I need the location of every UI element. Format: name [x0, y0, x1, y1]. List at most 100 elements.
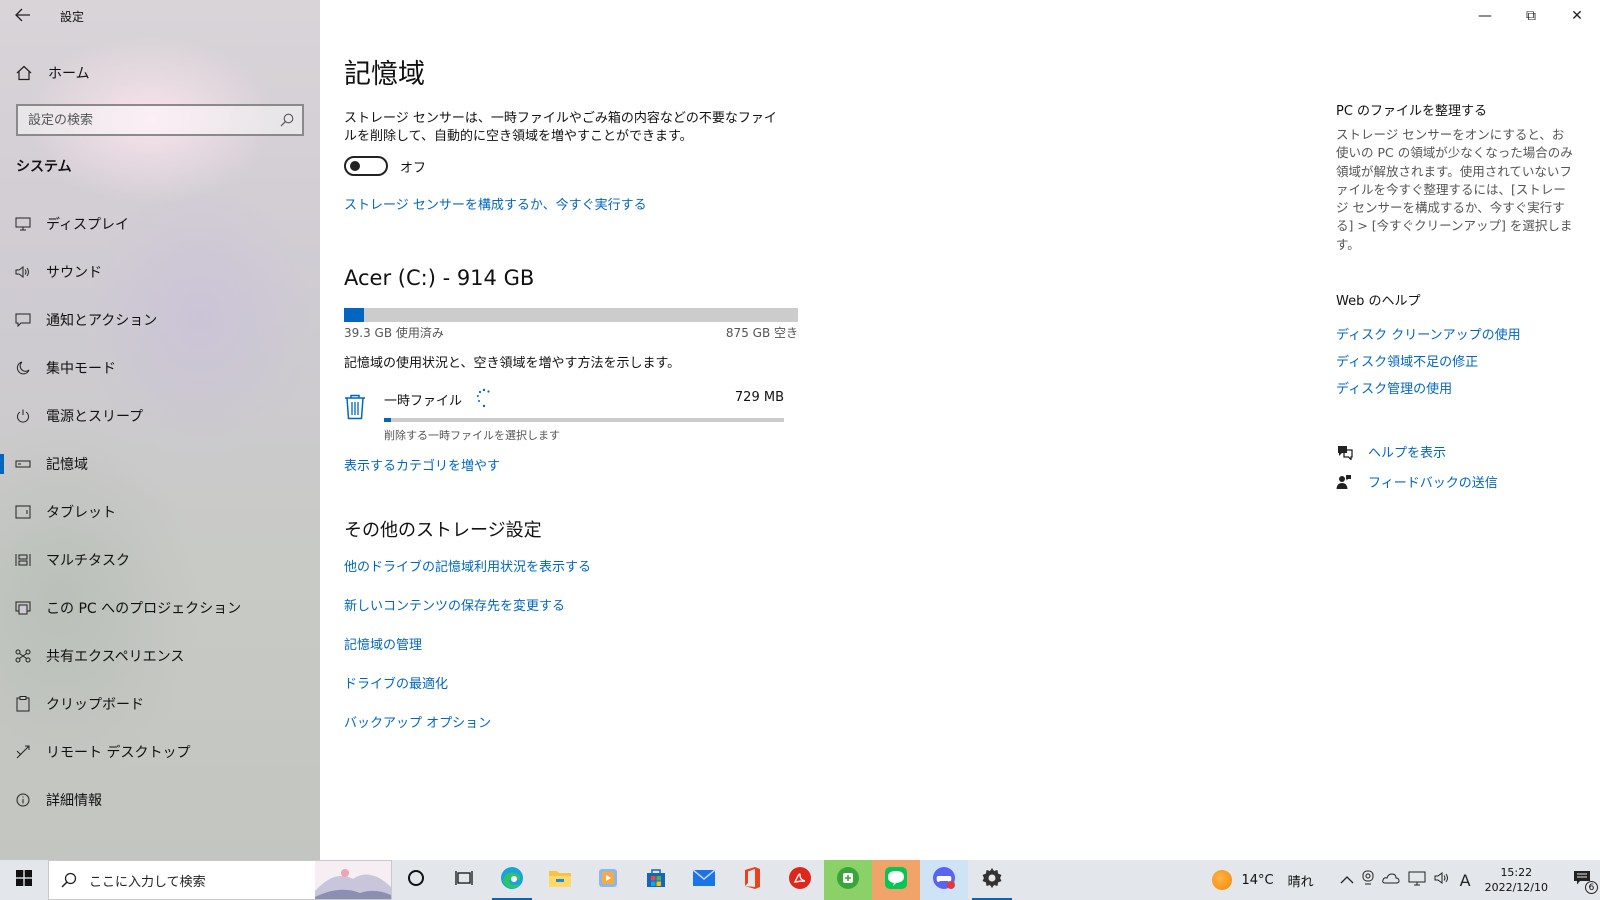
back-button[interactable]: [0, 0, 46, 32]
nav-item-remote[interactable]: リモート デスクトップ: [0, 728, 320, 776]
taskbar-app-mail[interactable]: [680, 860, 728, 900]
start-button[interactable]: [0, 860, 48, 900]
nav-item-label: サウンド: [46, 265, 102, 281]
taskbar-app-explorer[interactable]: [536, 860, 584, 900]
taskbar-app-line[interactable]: [872, 860, 920, 900]
task-view-button[interactable]: [440, 860, 488, 900]
nav-item-label: この PC へのプロジェクション: [46, 601, 242, 617]
category-name: 一時ファイル: [384, 394, 463, 409]
nav-item-power[interactable]: 電源とスリープ: [0, 392, 320, 440]
remote-icon: [0, 745, 46, 759]
shared-icon: [0, 649, 46, 663]
optimize-drives-link[interactable]: ドライブの最適化: [344, 677, 448, 692]
nav-item-label: クリップボード: [46, 697, 144, 713]
multitask-icon: [0, 553, 46, 567]
projection-icon: [0, 601, 46, 615]
tidy-text: ストレージ センサーをオンにすると、お使いの PC の領域が少なくなった場合のみ…: [1336, 127, 1573, 252]
network-icon[interactable]: [1408, 870, 1426, 890]
restore-button[interactable]: ⧉: [1508, 0, 1554, 32]
web-help-links: ディスク クリーンアップの使用 ディスク領域不足の修正 ディスク管理の使用: [1336, 324, 1521, 405]
other-storage-links: 他のドライブの記憶域利用状況を表示する 新しいコンテンツの保存先を変更する 記憶…: [344, 556, 591, 751]
game-app-icon: [932, 866, 956, 894]
nav-item-tablet[interactable]: タブレット: [0, 488, 320, 536]
chevron-up-icon[interactable]: [1340, 873, 1354, 888]
action-center-button[interactable]: 6: [1564, 860, 1600, 900]
green-app-icon: [836, 866, 860, 894]
taskbar-search-placeholder: ここに入力して検索: [89, 874, 206, 890]
settings-search-input[interactable]: [28, 112, 268, 128]
volume-icon[interactable]: [1434, 871, 1452, 889]
nav-item-projection[interactable]: この PC へのプロジェクション: [0, 584, 320, 632]
nav-item-label: 電源とスリープ: [46, 409, 144, 425]
clock-time: 15:22: [1500, 866, 1533, 879]
cortana-icon: [407, 869, 425, 891]
nav-item-sound[interactable]: サウンド: [0, 248, 320, 296]
camera-icon[interactable]: [1362, 870, 1374, 890]
get-help-link[interactable]: ヘルプを表示: [1368, 442, 1446, 461]
trash-icon: [344, 394, 366, 424]
moon-icon: [0, 361, 46, 375]
taskbar-app-game[interactable]: [920, 860, 968, 900]
manage-storage-spaces-link[interactable]: 記憶域の管理: [344, 638, 422, 653]
storage-sense-toggle[interactable]: [344, 156, 388, 176]
backup-options-link[interactable]: バックアップ オプション: [344, 716, 491, 731]
page-title: 記憶域: [344, 59, 425, 90]
nav-item-storage[interactable]: 記憶域: [0, 440, 320, 488]
nav-item-multitask[interactable]: マルチタスク: [0, 536, 320, 584]
change-save-location-link[interactable]: 新しいコンテンツの保存先を変更する: [344, 599, 565, 614]
taskbar-app-edge[interactable]: [488, 860, 536, 900]
nav-item-display[interactable]: ディスプレイ: [0, 200, 320, 248]
category-subtitle: 削除する一時ファイルを選択します: [384, 429, 560, 442]
nav-item-clipboard[interactable]: クリップボード: [0, 680, 320, 728]
feedback-row[interactable]: フィードバックの送信: [1336, 472, 1498, 491]
send-feedback-link[interactable]: フィードバックの送信: [1368, 472, 1498, 491]
disk-cleanup-link[interactable]: ディスク クリーンアップの使用: [1336, 328, 1521, 343]
nav-home[interactable]: ホーム: [0, 56, 320, 90]
nav-item-label: タブレット: [46, 505, 116, 521]
configure-storage-sense-link[interactable]: ストレージ センサーを構成するか、今すぐ実行する: [344, 194, 647, 213]
clipboard-icon: [0, 696, 46, 712]
nav-item-focus[interactable]: 集中モード: [0, 344, 320, 392]
search-icon[interactable]: [280, 113, 294, 127]
display-icon: [0, 217, 46, 231]
minimize-button[interactable]: —: [1462, 0, 1508, 32]
notification-count: 6: [1585, 881, 1598, 894]
tray-icons: A: [1336, 870, 1475, 890]
nav-item-notifications[interactable]: 通知とアクション: [0, 296, 320, 344]
settings-sidebar: 設定 ホーム システム ディスプレイ サウンド 通知とアクション 集中モード: [0, 0, 320, 860]
onedrive-cloud-icon[interactable]: [1381, 872, 1400, 888]
store-icon: [645, 867, 667, 893]
drive-free-label: 875 GB 空き: [725, 326, 798, 340]
title-bar: 設定: [0, 0, 320, 32]
taskbar-app-settings[interactable]: [968, 860, 1016, 900]
category-size: 729 MB: [734, 390, 784, 405]
fix-low-disk-link[interactable]: ディスク領域不足の修正: [1336, 355, 1478, 370]
app-title: 設定: [60, 9, 85, 24]
taskbar-search[interactable]: ここに入力して検索: [48, 860, 392, 900]
web-help-heading: Web のヘルプ: [1336, 294, 1421, 309]
taskbar-app-acrobat[interactable]: [776, 860, 824, 900]
disk-management-link[interactable]: ディスク管理の使用: [1336, 382, 1452, 397]
weather-widget[interactable]: 14°C 晴れ: [1211, 870, 1314, 890]
drive-used-label: 39.3 GB 使用済み: [344, 326, 444, 340]
view-other-drives-link[interactable]: 他のドライブの記憶域利用状況を表示する: [344, 560, 591, 575]
taskbar-app-office[interactable]: [728, 860, 776, 900]
category-temp-files[interactable]: 一時ファイル 729 MB 削除する一時ファイルを選択します: [344, 386, 784, 442]
taskbar-app-green[interactable]: [824, 860, 872, 900]
taskbar-app-store[interactable]: [632, 860, 680, 900]
nav-item-label: ディスプレイ: [46, 217, 130, 233]
nav-item-shared[interactable]: 共有エクスペリエンス: [0, 632, 320, 680]
nav-item-label: リモート デスクトップ: [46, 745, 191, 761]
toggle-knob: [350, 161, 360, 171]
clock[interactable]: 15:22 2022/12/10: [1485, 865, 1548, 895]
close-button[interactable]: ✕: [1554, 0, 1600, 32]
cortana-button[interactable]: [392, 860, 440, 900]
show-more-categories-link[interactable]: 表示するカテゴリを増やす: [344, 455, 500, 474]
ime-indicator[interactable]: A: [1460, 871, 1471, 890]
toggle-state-label: オフ: [400, 160, 427, 176]
settings-search[interactable]: [16, 104, 304, 136]
taskbar-app-video[interactable]: [584, 860, 632, 900]
nav-item-about[interactable]: 詳細情報: [0, 776, 320, 824]
taskbar: ここに入力して検索 14°C 晴れ A 15:22 2022/12/10 6: [0, 860, 1600, 900]
get-help-row[interactable]: ヘルプを表示: [1336, 442, 1446, 461]
